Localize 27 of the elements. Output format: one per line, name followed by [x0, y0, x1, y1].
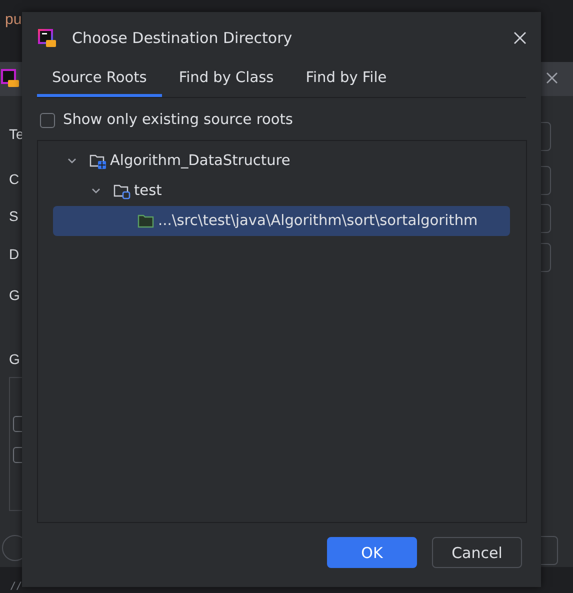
- selected-tree-row[interactable]: ...\src\test\java\Algorithm\sort\sortalgorithm: [53, 206, 510, 236]
- tree-row[interactable]: Algorithm_DataStructure: [53, 146, 510, 176]
- folder-icon: [137, 212, 155, 230]
- folder-icon: [113, 182, 131, 200]
- tab[interactable]: Find by File: [290, 64, 402, 97]
- app-logo-icon: [0, 68, 20, 88]
- dialog-title: Choose Destination Directory: [72, 29, 294, 47]
- form-label: S: [9, 208, 18, 224]
- form-label: C: [9, 171, 20, 187]
- close-icon[interactable]: [513, 31, 527, 45]
- folder-icon: [89, 152, 107, 170]
- tab[interactable]: Source Roots: [37, 64, 162, 97]
- code-text: //: [10, 581, 22, 592]
- chevron-icon[interactable]: [67, 156, 77, 166]
- close-icon[interactable]: [545, 71, 559, 85]
- chevron-icon[interactable]: [91, 186, 101, 196]
- ok-button[interactable]: OK: [327, 537, 417, 568]
- checkbox[interactable]: [40, 112, 55, 128]
- form-label: G: [9, 351, 20, 367]
- tree-row[interactable]: test: [53, 176, 510, 206]
- app-logo-icon: [37, 28, 57, 48]
- tab[interactable]: Find by Class: [164, 64, 289, 97]
- cancel-button[interactable]: Cancel: [432, 537, 522, 568]
- form-label: D: [9, 246, 20, 262]
- code-text: pu: [5, 11, 22, 28]
- form-label: G: [9, 287, 20, 303]
- checkbox-label: Show only existing source roots: [63, 112, 293, 128]
